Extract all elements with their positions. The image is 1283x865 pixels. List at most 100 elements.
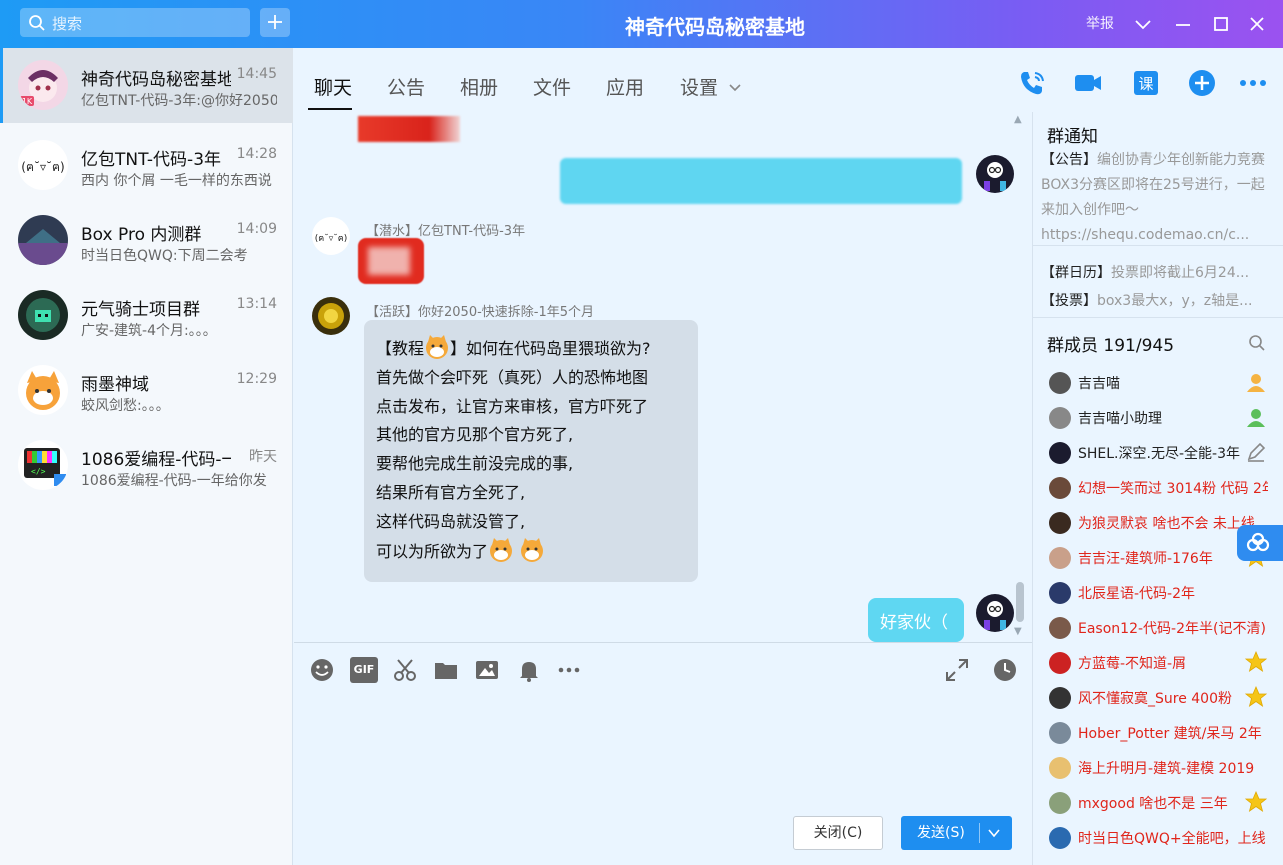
chevron-down-icon[interactable] <box>1133 14 1153 34</box>
avatar <box>1049 442 1071 464</box>
member-item[interactable]: 幻想一笑而过 3014粉 代码 2年 <box>1033 471 1283 506</box>
window-title: 神奇代码岛秘密基地 <box>625 15 805 39</box>
title-bar: 搜索 神奇代码岛秘密基地 举报 <box>0 0 1283 48</box>
message-line: 其他的官方见那个官方死了, <box>376 425 574 445</box>
avatar <box>1049 687 1071 709</box>
tab-apps[interactable]: 应用 <box>606 73 644 100</box>
conversation-time: 14:28 <box>236 146 277 162</box>
message-line: 首先做个会吓死（真死）人的恐怖地图 <box>376 367 649 387</box>
conversation-last-message: 1086爱编程-代码-一年给你发 <box>81 473 267 489</box>
search-placeholder: 搜索 <box>52 15 83 33</box>
avatar <box>1049 512 1071 534</box>
avatar <box>1049 372 1071 394</box>
more-icon[interactable] <box>556 657 582 683</box>
tab-announcement[interactable]: 公告 <box>387 73 425 100</box>
member-item[interactable]: Eason12-代码-2年半(记不清) <box>1033 611 1283 646</box>
member-item[interactable]: 方蓝莓-不知道-屑 <box>1033 646 1283 681</box>
shiba-emoji-icon <box>521 537 544 562</box>
chevron-down-icon[interactable] <box>987 829 1001 838</box>
conversation-item[interactable]: 雨墨神域 12:29 蛟风剑愁:。。。 <box>0 353 293 428</box>
scroll-down-icon[interactable]: ▼ <box>1014 626 1022 637</box>
avatar <box>1049 722 1071 744</box>
announcement-text[interactable]: 【公告】编创协青少年创新能力竞赛BOX3分赛区即将在25号进行，一起来加入创作吧… <box>1041 148 1273 248</box>
member-item[interactable]: 时当日色QWQ+全能吧，上线 <box>1033 821 1283 856</box>
add-circle-icon[interactable] <box>1187 68 1217 98</box>
bell-icon[interactable] <box>516 657 542 683</box>
search-input[interactable]: 搜索 <box>20 8 250 37</box>
message-bubble[interactable]: 好家伙（ <box>868 598 964 642</box>
member-item[interactable]: 海上升明月-建筑-建模 2019 <box>1033 751 1283 786</box>
close-button[interactable]: 关闭(C) <box>793 816 883 850</box>
member-item[interactable]: 风不懂寂寞_Sure 400粉 <box>1033 681 1283 716</box>
phone-icon[interactable] <box>1017 68 1047 98</box>
member-item[interactable]: mxgood 啥也不是 三年 <box>1033 786 1283 821</box>
conversation-item[interactable]: (ฅ˘▿˘ฅ) 亿包TNT-代码-3年 14:28 西内 你个屑 一毛一样的东西… <box>0 128 293 203</box>
member-name: SHEL.深空.无尽-全能-3年 <box>1078 446 1240 462</box>
cloud-widget[interactable] <box>1237 525 1283 561</box>
tab-files[interactable]: 文件 <box>533 73 571 100</box>
message-input-area[interactable]: GIF 关闭(C) 发送(S) <box>294 642 1032 865</box>
conversation-last-message: 时当日色QWQ:下周二会考 <box>81 248 248 264</box>
scissors-icon[interactable] <box>392 657 418 683</box>
message-bubble[interactable]: 【教程 】如何在代码岛里猥琐欲为? 首先做个会吓死（真死）人的恐怖地图 点击发布，… <box>364 320 698 582</box>
course-icon[interactable]: 课 <box>1131 68 1161 98</box>
tab-settings[interactable]: 设置 <box>680 73 718 100</box>
report-button[interactable]: 举报 <box>1086 13 1114 33</box>
chat-scrollbar[interactable] <box>1016 582 1024 622</box>
avatar <box>312 297 350 335</box>
member-item[interactable]: 北辰星语-代码-2年 <box>1033 576 1283 611</box>
more-icon[interactable] <box>1238 68 1268 98</box>
member-name: 幻想一笑而过 3014粉 代码 2年 <box>1078 481 1268 497</box>
avatar <box>1049 827 1071 849</box>
active-tab-underline <box>308 108 352 110</box>
chat-messages: (ฅ˘▿˘ฅ) 【潜水】亿包TNT-代码-3年 【活跃】你好2050-快速拆除-… <box>294 112 1032 642</box>
member-item[interactable]: SHEL.深空.无尽-全能-3年 <box>1033 436 1283 471</box>
avatar <box>976 155 1014 193</box>
send-divider <box>979 823 980 843</box>
close-icon[interactable] <box>1247 14 1267 34</box>
expand-icon[interactable] <box>944 657 970 683</box>
avatar <box>1049 477 1071 499</box>
maximize-icon[interactable] <box>1211 14 1231 34</box>
conversation-item[interactable]: 元气骑士项目群 13:14 广安-建筑-4个月:。。。 <box>0 278 293 353</box>
minimize-icon[interactable] <box>1173 14 1193 34</box>
send-label: 发送(S) <box>917 825 965 841</box>
avatar <box>1049 582 1071 604</box>
member-item[interactable]: 吉吉喵小助理 <box>1033 401 1283 436</box>
search-icon[interactable] <box>1248 334 1266 352</box>
group-calendar[interactable]: 【群日历】投票即将截止6月24... <box>1041 262 1277 282</box>
emoji-icon[interactable] <box>309 657 335 683</box>
active-indicator <box>0 48 3 123</box>
group-info-panel: 群通知 【公告】编创协青少年创新能力竞赛BOX3分赛区即将在25号进行，一起来加… <box>1032 112 1283 865</box>
video-call-icon[interactable] <box>1073 68 1103 98</box>
star-badge-icon <box>1245 651 1267 672</box>
member-item[interactable]: Hober_Potter 建筑/呆马 2年 <box>1033 716 1283 751</box>
avatar: (ฅ˘▿˘ฅ) <box>312 217 350 255</box>
history-clock-icon[interactable] <box>992 657 1018 683</box>
conversation-item[interactable]: Box Pro 内测群 14:09 时当日色QWQ:下周二会考 <box>0 203 293 278</box>
conversation-item[interactable]: </> 1086爱编程-代码-一年 昨天 1086爱编程-代码-一年给你发 <box>0 428 293 503</box>
group-vote[interactable]: 【投票】box3最大x，y，z轴是... <box>1041 290 1277 310</box>
tab-album[interactable]: 相册 <box>460 73 498 100</box>
svg-text:</>: </> <box>31 467 46 476</box>
message-line: 结果所有官方全死了, <box>376 482 526 502</box>
member-item[interactable]: 吉吉喵 <box>1033 366 1283 401</box>
conversation-time: 13:14 <box>236 296 277 312</box>
folder-icon[interactable] <box>433 657 459 683</box>
member-name: 吉吉喵小助理 <box>1078 411 1162 427</box>
avatar <box>18 215 68 265</box>
scroll-up-icon[interactable]: ▲ <box>1014 114 1022 125</box>
edit-icon[interactable] <box>1245 441 1267 463</box>
tab-chat[interactable]: 聊天 <box>314 73 352 100</box>
send-button[interactable]: 发送(S) <box>901 816 1012 850</box>
avatar: </> <box>18 440 68 490</box>
star-badge-icon <box>1245 686 1267 707</box>
chevron-down-icon[interactable] <box>728 80 742 94</box>
gif-button[interactable]: GIF <box>350 657 378 683</box>
conversation-item[interactable]: 1K 神奇代码岛秘密基地 14:45 亿包TNT-代码-3年:@你好2050 <box>0 48 293 123</box>
members-count: 群成员 191/945 <box>1047 336 1175 356</box>
image-icon[interactable] <box>474 657 500 683</box>
cloud-icon <box>1246 532 1270 552</box>
add-button[interactable] <box>260 8 290 37</box>
avatar <box>1049 652 1071 674</box>
